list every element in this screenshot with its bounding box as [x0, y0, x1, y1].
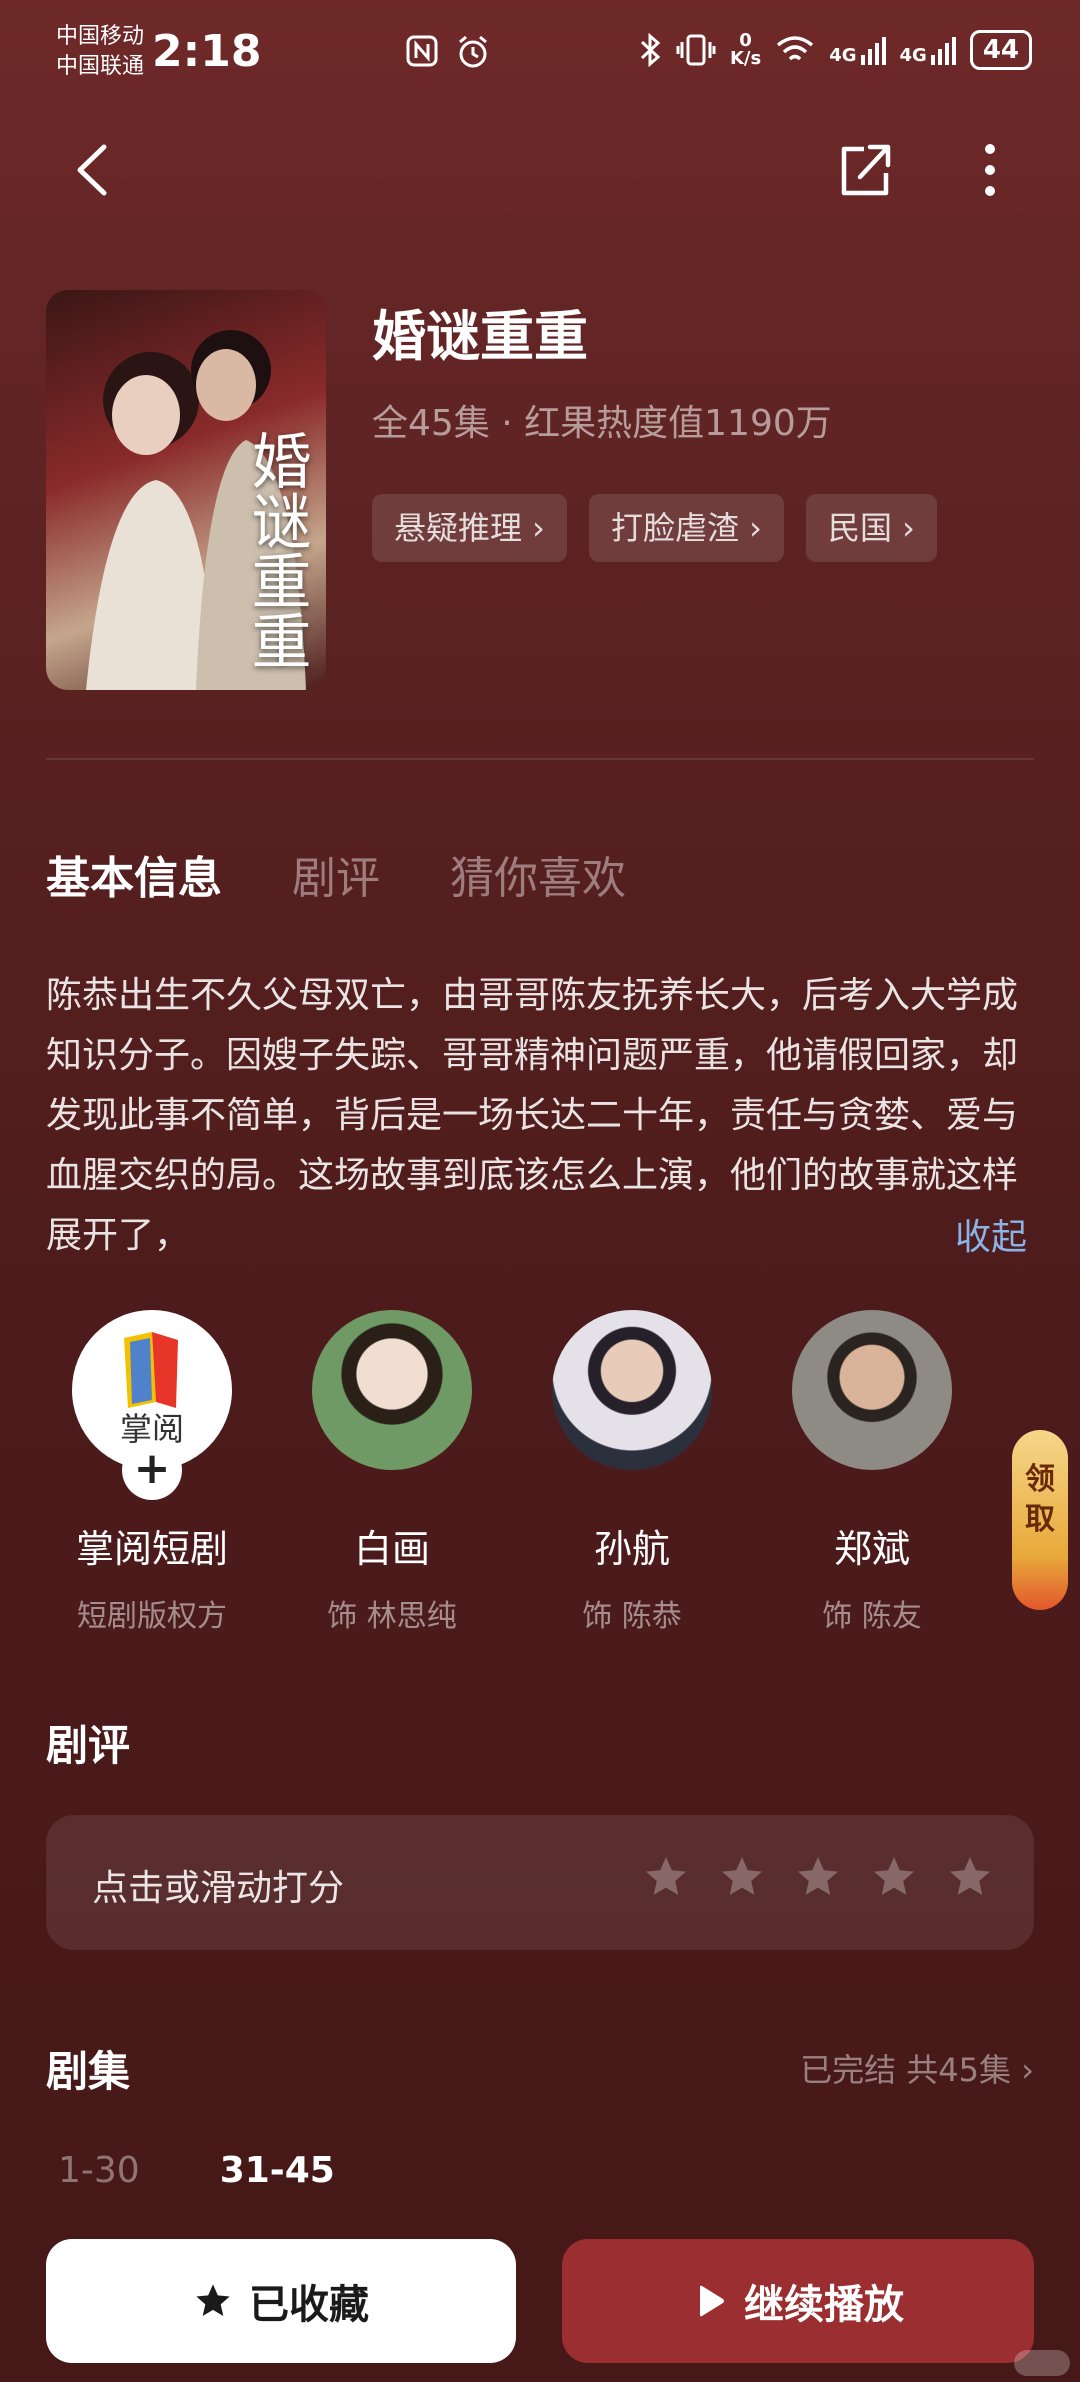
vibrate-icon [676, 34, 716, 66]
favorite-label: 已收藏 [249, 2282, 369, 2328]
star-icon[interactable] [870, 1853, 918, 1901]
tab-reviews[interactable]: 剧评 [292, 842, 380, 906]
cast-item-actor[interactable]: 孙航 饰 陈恭 [522, 1310, 742, 1635]
share-icon[interactable] [830, 135, 900, 205]
avatar [312, 1310, 472, 1470]
episodes-status-link[interactable]: 已完结 共45集 › [800, 2045, 1034, 2091]
star-rating[interactable] [642, 1853, 994, 1901]
status-bar: 中国移动 中国联通 2:18 0 K/s 4G 4G 44 [0, 0, 1080, 110]
carrier-1: 中国移动 [56, 24, 145, 49]
avatar [792, 1310, 952, 1470]
cast-role: 短剧版权方 [77, 1599, 227, 1634]
tab-recommendations[interactable]: 猜你喜欢 [450, 842, 626, 906]
star-icon[interactable] [946, 1853, 994, 1901]
star-icon[interactable] [642, 1853, 690, 1901]
episodes-section-title: 剧集 [46, 2047, 131, 2096]
cast-role: 饰 林思纯 [327, 1599, 457, 1634]
cast-name: 白画 [353, 1527, 430, 1571]
clock: 2:18 [152, 26, 262, 77]
drama-poster[interactable]: 婚谜重重 [46, 290, 326, 690]
drama-meta: 全45集 · 红果热度值1190万 [372, 403, 832, 444]
cast-role: 饰 陈友 [822, 1599, 922, 1634]
status-icons-mid [405, 34, 491, 70]
header-divider [46, 758, 1034, 760]
poster-title-art: 婚谜重重 [241, 430, 311, 670]
cast-list: 掌阅 + 掌阅短剧 短剧版权方 白画 饰 林思纯 孙航 饰 陈恭 郑斌 饰 陈友 [46, 1310, 1006, 1640]
star-filled-icon [196, 2284, 230, 2316]
detail-tabs: 基本信息 剧评 猜你喜欢 [46, 842, 626, 906]
signal-1: 4G [829, 35, 886, 65]
genre-tags: 悬疑推理 › 打脸虐渣 › 民国 › [372, 494, 937, 562]
avatar: 掌阅 + [72, 1310, 232, 1500]
cast-name: 孙航 [593, 1527, 670, 1571]
more-options-icon[interactable] [960, 135, 1020, 205]
continue-play-label: 继续播放 [744, 2282, 904, 2328]
avatar [552, 1310, 712, 1470]
system-watermark [1014, 2350, 1070, 2376]
review-section-title: 剧评 [46, 1721, 131, 1770]
battery-indicator: 44 [969, 30, 1032, 70]
star-icon[interactable] [718, 1853, 766, 1901]
tag-revenge[interactable]: 打脸虐渣 › [588, 494, 784, 562]
cast-role: 饰 陈恭 [582, 1599, 682, 1634]
signal-bars-icon [930, 37, 956, 65]
follow-button[interactable]: + [122, 1440, 182, 1500]
cast-item-publisher[interactable]: 掌阅 + 掌阅短剧 短剧版权方 [42, 1310, 262, 1635]
play-icon [700, 2285, 724, 2317]
collapse-link[interactable]: 收起 [955, 1208, 1027, 1260]
alarm-icon [459, 35, 487, 68]
episode-ranges: 1-30 31-45 [58, 2150, 335, 2191]
tab-basic-info[interactable]: 基本信息 [46, 842, 222, 906]
signal-bars-icon [860, 37, 886, 65]
reward-badge[interactable]: 领取 [1012, 1430, 1068, 1610]
rating-prompt: 点击或滑动打分 [92, 1868, 345, 1909]
tag-mystery[interactable]: 悬疑推理 › [372, 494, 567, 562]
range-tab-1[interactable]: 1-30 [58, 2150, 140, 2191]
back-arrow-icon[interactable] [60, 135, 120, 205]
bottom-action-bar: 已收藏 继续播放 [0, 2225, 1080, 2382]
bluetooth-icon [640, 33, 661, 67]
signal-2: 4G [900, 35, 956, 65]
carrier-2: 中国联通 [56, 54, 145, 79]
cast-item-actor[interactable]: 郑斌 饰 陈友 [762, 1310, 982, 1635]
cast-name: 郑斌 [833, 1527, 910, 1571]
drama-title: 婚谜重重 [372, 305, 588, 368]
cast-name: 掌阅短剧 [75, 1527, 228, 1571]
synopsis-text: 陈恭出生不久父母双亡，由哥哥陈友抚养长大，后考入大学成知识分子。因嫂子失踪、哥哥… [46, 975, 1019, 1256]
nfc-icon [406, 35, 438, 67]
favorite-button[interactable]: 已收藏 [46, 2239, 516, 2363]
wifi-icon [777, 36, 814, 61]
tag-republic-era[interactable]: 民国 › [805, 494, 937, 562]
status-icons-right: 0 K/s 4G 4G 44 [638, 30, 1032, 70]
cast-item-actor[interactable]: 白画 饰 林思纯 [282, 1310, 502, 1635]
range-tab-2[interactable]: 31-45 [220, 2150, 335, 2191]
star-icon[interactable] [794, 1853, 842, 1901]
continue-play-button[interactable]: 继续播放 [562, 2239, 1034, 2363]
rating-box[interactable]: 点击或滑动打分 [46, 1815, 1034, 1950]
network-speed: 0 K/s [729, 30, 762, 69]
carrier-info: 中国移动 中国联通 [56, 22, 144, 82]
